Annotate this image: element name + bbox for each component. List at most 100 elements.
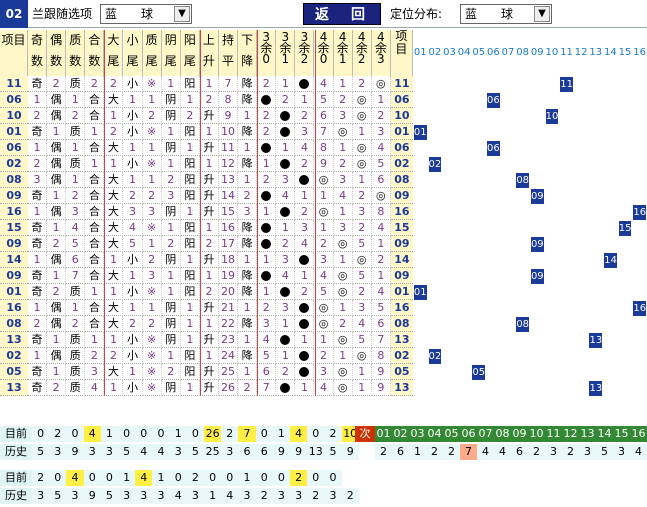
table-cell: 3 — [85, 364, 105, 380]
ball-dot-icon — [261, 223, 272, 233]
hit-number: 15 — [618, 221, 632, 236]
ball-select-1[interactable]: 蓝 球 ▼ — [100, 4, 192, 24]
history-max-2: 3 — [272, 488, 290, 504]
table-cell: 1 — [371, 236, 391, 252]
number-header: 03 — [442, 30, 457, 76]
current-miss-2: 1 — [238, 470, 256, 486]
table-cell: 1 — [47, 188, 67, 204]
table-cell: 1 — [66, 140, 86, 156]
table-cell — [295, 252, 315, 268]
table-cell: 1 — [180, 204, 200, 220]
hit-number: 09 — [530, 189, 544, 204]
ball-dot-icon — [280, 127, 291, 137]
row-id: 09 — [0, 188, 28, 204]
table-cell: 1 — [161, 220, 181, 236]
table-cell: 1 — [47, 124, 67, 140]
ball-dot-icon — [299, 175, 310, 185]
current-miss: 0 — [255, 426, 273, 442]
history-max: 3 — [49, 444, 67, 460]
next-number: 15 — [613, 426, 630, 442]
next-number: 08 — [494, 426, 511, 442]
table-cell: 1 — [85, 332, 105, 348]
table-cell: 2 — [314, 236, 334, 252]
table-cell: 小 — [123, 156, 143, 172]
back-button[interactable]: 返 回 — [303, 3, 381, 25]
table-cell: 1 — [199, 316, 219, 332]
table-cell: 1 — [123, 172, 143, 188]
table-cell: 8 — [371, 348, 391, 364]
table-cell: 1 — [238, 252, 258, 268]
table-cell: 3 — [276, 172, 296, 188]
table-cell: 降 — [238, 236, 258, 252]
ball-select-2[interactable]: 蓝 球 ▼ — [460, 4, 552, 24]
next-count: 2 — [528, 444, 545, 460]
col-header: 质数 — [66, 30, 86, 76]
next-count: 3 — [579, 444, 596, 460]
table-cell: ◎ — [352, 92, 372, 108]
table-cell: 4 — [123, 220, 143, 236]
table-cell: 2 — [276, 92, 296, 108]
table-cell: 2 — [295, 284, 315, 300]
row-id-right: 09 — [390, 236, 413, 252]
table-cell: 小 — [123, 380, 143, 396]
table-cell: 升 — [199, 188, 219, 204]
history-max: 5 — [32, 444, 50, 460]
table-cell: ◎ — [333, 364, 353, 380]
number-header: 15 — [617, 30, 633, 76]
table-cell: 合 — [85, 268, 105, 284]
table-cell: 3 — [295, 220, 315, 236]
table-cell: 1 — [352, 124, 372, 140]
history-max-2: 2 — [341, 488, 359, 504]
table-cell: 1 — [352, 364, 372, 380]
next-number: 10 — [528, 426, 545, 442]
table-cell: 2 — [104, 348, 124, 364]
row-id: 13 — [0, 380, 28, 396]
table-cell: 4 — [371, 284, 391, 300]
history-max-2: 3 — [152, 488, 170, 504]
table-cell: 1 — [314, 332, 334, 348]
table-cell: 大 — [104, 364, 124, 380]
next-number: 13 — [579, 426, 596, 442]
table-cell: 4 — [66, 220, 86, 236]
table-cell: 1 — [85, 124, 105, 140]
table-cell: 2 — [295, 156, 315, 172]
table-cell: 1 — [257, 156, 277, 172]
table-cell: 1 — [161, 348, 181, 364]
table-cell: 4 — [276, 268, 296, 284]
current-miss: 0 — [66, 426, 84, 442]
table-cell: 2 — [295, 108, 315, 124]
table-cell: 1 — [47, 364, 67, 380]
hit-number: 08 — [516, 173, 530, 188]
table-cell: 2 — [199, 284, 219, 300]
table-cell: ※ — [142, 156, 162, 172]
table-cell: 1 — [199, 348, 219, 364]
history-label-2: 历史 — [0, 488, 32, 504]
table-cell: 1 — [180, 300, 200, 316]
table-cell: 2 — [28, 316, 48, 332]
table-cell: 1 — [104, 284, 124, 300]
chevron-down-icon[interactable]: ▼ — [174, 6, 190, 22]
row-id-right: 10 — [390, 108, 413, 124]
table-cell: ◎ — [352, 108, 372, 124]
col-header: 3余0 — [257, 30, 277, 76]
table-cell: 1 — [295, 188, 315, 204]
table-cell: 15 — [219, 204, 239, 220]
row-id: 13 — [0, 332, 28, 348]
table-cell: 4 — [314, 76, 334, 92]
col-header: 4余3 — [371, 30, 391, 76]
table-cell: 25 — [219, 364, 239, 380]
row-id-right: 05 — [390, 364, 413, 380]
current-miss: 2 — [49, 426, 67, 442]
column-divider — [314, 30, 316, 396]
table-cell: 3 — [333, 108, 353, 124]
table-cell: ◎ — [333, 284, 353, 300]
table-cell: 1 — [238, 300, 258, 316]
table-cell: 2 — [180, 108, 200, 124]
table-cell: 2 — [257, 300, 277, 316]
chevron-down-icon[interactable]: ▼ — [534, 6, 550, 22]
history-max-2: 5 — [49, 488, 67, 504]
next-number: 07 — [477, 426, 494, 442]
table-cell: 1 — [257, 284, 277, 300]
table-cell: 17 — [219, 236, 239, 252]
table-cell: 2 — [142, 108, 162, 124]
